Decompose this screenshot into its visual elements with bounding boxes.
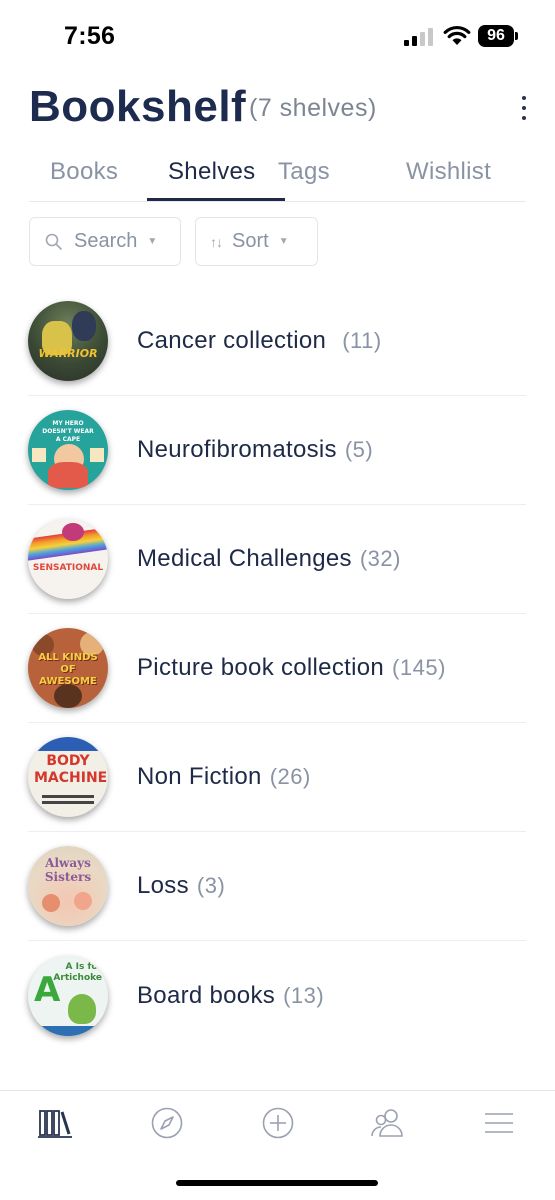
- more-dot-icon: [522, 106, 526, 110]
- shelf-cover-text: SENSATIONAL: [32, 563, 104, 573]
- shelf-row-non-fiction[interactable]: BODY MACHINE Non Fiction (26): [28, 723, 526, 832]
- shelf-cover-image: Always Sisters: [28, 846, 108, 926]
- compass-icon[interactable]: [149, 1105, 185, 1141]
- sort-button[interactable]: ↑↓ Sort ▼: [195, 217, 318, 266]
- shelf-name: Board books: [137, 981, 276, 1009]
- shelf-cover-image: ALL KINDS OF AWESOME: [28, 628, 108, 708]
- shelf-name: Neurofibromatosis: [137, 436, 337, 463]
- sort-label: Sort: [232, 230, 269, 252]
- shelf-cover-image: SENSATIONAL: [28, 519, 108, 599]
- tab-shelves[interactable]: Shelves: [168, 158, 255, 186]
- shelf-book-count: (26): [269, 764, 311, 789]
- shelf-row-neurofibromatosis[interactable]: MY HERO DOESN'T WEAR A CAPE Neurofibroma…: [28, 396, 526, 505]
- shelf-name: Cancer collection: [137, 327, 327, 354]
- battery-tip: [515, 32, 518, 40]
- status-bar: 7:56 96: [0, 0, 555, 72]
- shelf-cover-text: MY HERO DOESN'T WEAR A CAPE: [42, 420, 94, 443]
- shelf-cover-text: BODY MACHINE: [34, 753, 108, 786]
- shelf-book-count: (5): [344, 437, 374, 462]
- shelf-name: Picture book collection: [137, 654, 385, 681]
- shelf-book-count: (145): [392, 655, 446, 680]
- tab-books[interactable]: Books: [50, 158, 118, 186]
- people-icon[interactable]: [370, 1105, 406, 1141]
- shelf-name: Loss: [137, 872, 189, 899]
- shelf-book-count: (32): [359, 546, 401, 571]
- shelf-cover-image: MY HERO DOESN'T WEAR A CAPE: [28, 410, 108, 490]
- more-dot-icon: [522, 116, 526, 120]
- chevron-down-icon: ▼: [147, 236, 158, 247]
- shelf-count: (7 shelves): [249, 94, 377, 122]
- shelf-book-count: (13): [283, 982, 325, 1008]
- search-label: Search: [74, 230, 138, 252]
- tab-wishlist[interactable]: Wishlist: [406, 158, 491, 186]
- shelf-name: Medical Challenges: [137, 545, 352, 572]
- shelf-list: WARRIOR Cancer collection (11) MY HERO D…: [28, 287, 526, 1050]
- shelf-cover-text: Always Sisters: [44, 856, 92, 884]
- add-circle-icon[interactable]: [260, 1105, 296, 1141]
- search-button[interactable]: Search ▼: [29, 217, 181, 266]
- shelf-name: Non Fiction: [137, 763, 262, 790]
- shelf-cover-image: A Is for Artichoke A: [28, 955, 108, 1036]
- search-icon: [45, 233, 62, 250]
- active-tab-indicator: [147, 198, 285, 201]
- sort-icon: ↑↓: [210, 233, 223, 250]
- shelf-cover-image: WARRIOR: [28, 301, 108, 381]
- shelf-book-count: (3): [196, 873, 226, 898]
- chevron-down-icon: ▼: [278, 236, 289, 247]
- shelf-row-cancer-collection[interactable]: WARRIOR Cancer collection (11): [28, 287, 526, 396]
- shelf-book-count: (11): [342, 328, 382, 353]
- shelf-cover-image: BODY MACHINE: [28, 737, 108, 817]
- shelf-row-medical-challenges[interactable]: SENSATIONAL Medical Challenges (32): [28, 505, 526, 614]
- tab-tags[interactable]: Tags: [278, 158, 330, 186]
- menu-icon[interactable]: [481, 1105, 517, 1141]
- cellular-signal-icon: [404, 28, 434, 46]
- status-time: 7:56: [64, 22, 116, 50]
- shelf-row-loss[interactable]: Always Sisters Loss (3): [28, 832, 526, 941]
- page-title: Bookshelf: [29, 82, 247, 131]
- wifi-icon: [443, 25, 471, 45]
- bookshelf-icon[interactable]: [37, 1105, 73, 1141]
- home-indicator: [176, 1180, 378, 1186]
- battery-indicator: 96: [478, 25, 514, 47]
- shelf-row-picture-book-collection[interactable]: ALL KINDS OF AWESOME Picture book collec…: [28, 614, 526, 723]
- shelf-cover-text: ALL KINDS OF AWESOME: [38, 652, 98, 687]
- more-options-button[interactable]: [512, 93, 536, 123]
- tab-bar: Books Shelves Tags Wishlist: [29, 150, 526, 202]
- shelf-cover-text: WARRIOR: [38, 347, 98, 360]
- more-dot-icon: [522, 96, 526, 100]
- shelf-row-board-books[interactable]: A Is for Artichoke A Board books (13): [28, 941, 526, 1050]
